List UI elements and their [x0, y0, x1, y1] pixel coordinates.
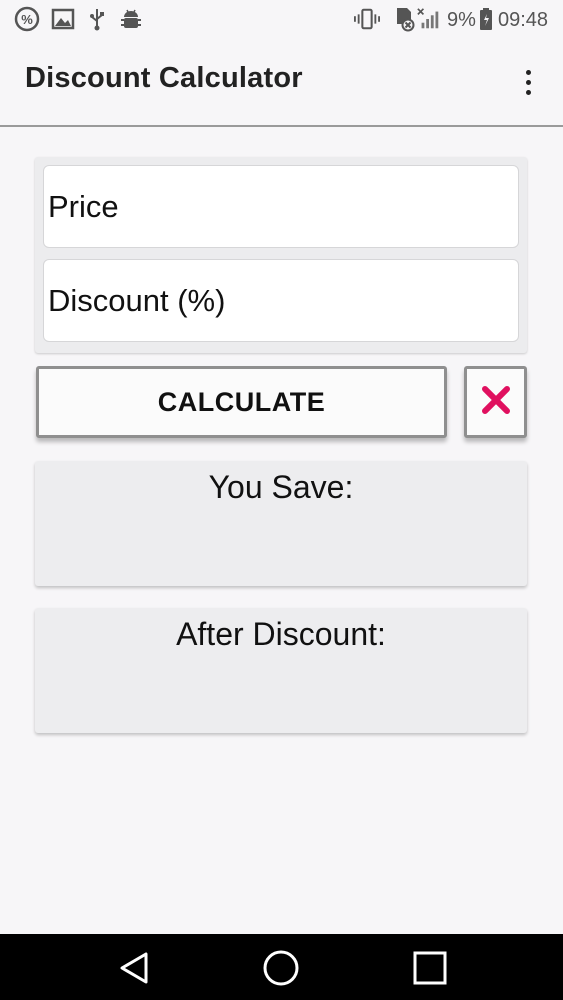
- calculate-button[interactable]: CALCULATE: [36, 366, 447, 438]
- image-icon: [50, 6, 76, 32]
- status-bar: % 9% 09:48: [0, 0, 563, 40]
- after-discount-label: After Discount:: [176, 616, 386, 652]
- status-time: 09:48: [498, 9, 549, 31]
- you-save-card: You Save:: [35, 461, 527, 586]
- vibrate-icon: [354, 6, 380, 32]
- app-bar: Discount Calculator: [0, 40, 563, 127]
- price-input[interactable]: Price: [43, 165, 519, 248]
- back-icon[interactable]: [112, 946, 156, 990]
- svg-text:%: %: [21, 12, 33, 27]
- navigation-bar: [0, 934, 563, 1000]
- more-vert-icon[interactable]: [512, 64, 544, 100]
- signal-icon: [416, 6, 442, 32]
- sd-card-icon: [390, 6, 416, 32]
- battery-percent: 9%: [447, 9, 476, 31]
- after-discount-card: After Discount:: [35, 608, 527, 733]
- discount-input[interactable]: Discount (%): [43, 259, 519, 342]
- page-title: Discount Calculator: [25, 62, 303, 94]
- recents-icon[interactable]: [408, 946, 452, 990]
- close-icon: [480, 384, 512, 421]
- usb-icon: [84, 6, 110, 32]
- home-icon[interactable]: [259, 946, 303, 990]
- you-save-label: You Save:: [208, 469, 354, 505]
- clear-button[interactable]: [464, 366, 527, 438]
- discount-app-icon: %: [14, 6, 40, 32]
- battery-icon: [476, 6, 496, 32]
- input-card: Price Discount (%): [35, 157, 527, 353]
- android-debug-icon: [118, 6, 144, 32]
